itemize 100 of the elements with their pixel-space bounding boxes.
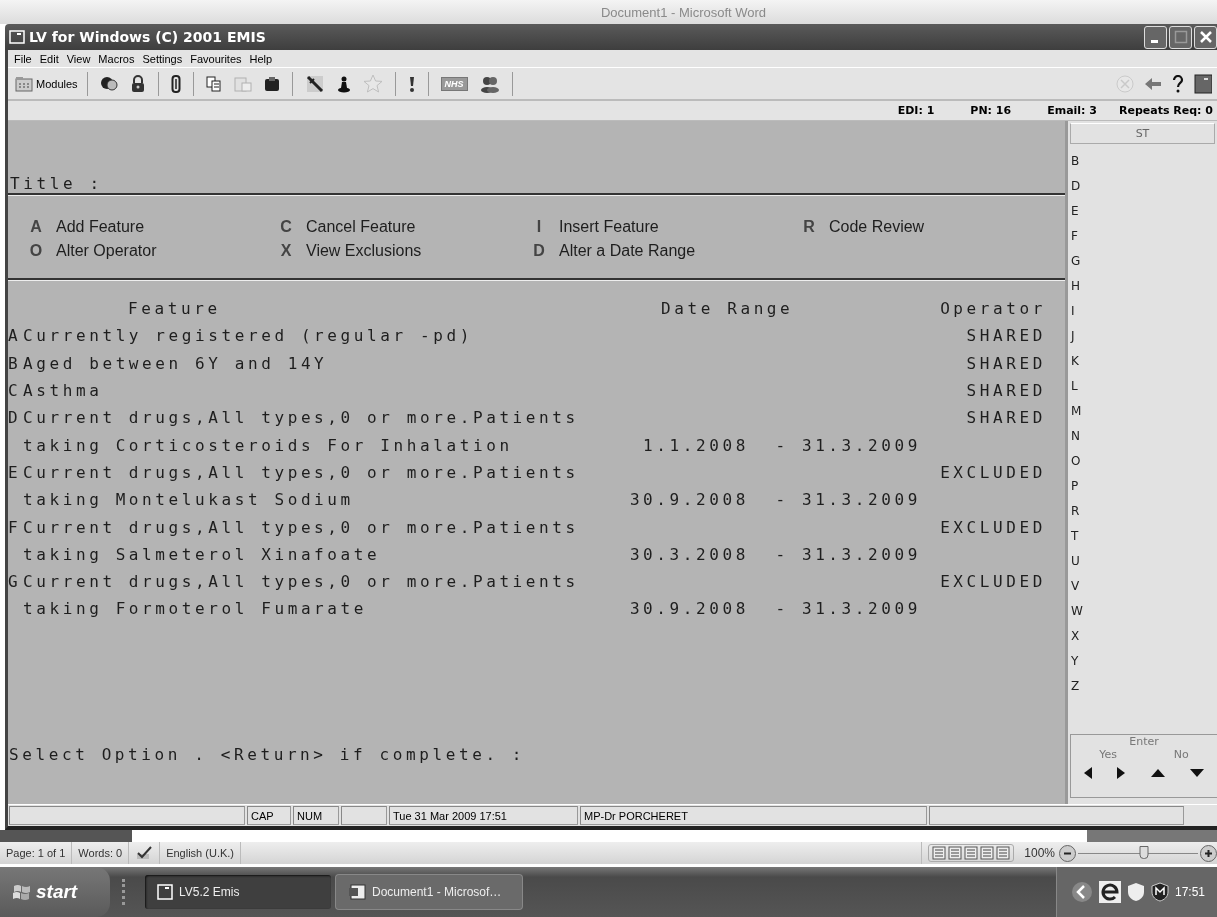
counter-label: Repeats Req: 0 — [1119, 104, 1213, 117]
letter-item[interactable]: H — [1071, 274, 1081, 299]
menu-item[interactable]: File — [10, 52, 36, 65]
status-panel — [341, 806, 387, 826]
exclamation-icon[interactable] — [407, 74, 416, 93]
zoom-slider[interactable] — [1078, 846, 1198, 861]
menu-item[interactable]: Settings — [138, 52, 187, 65]
plus-icon — [1204, 848, 1213, 858]
option-key: C — [276, 218, 296, 236]
maximize-button[interactable] — [1169, 25, 1192, 49]
slider-thumb[interactable] — [1139, 846, 1149, 860]
menu-item[interactable]: Edit — [35, 52, 63, 65]
num-indicator: NUM — [293, 806, 339, 826]
letter-item[interactable]: G — [1071, 249, 1081, 274]
taskbar-button[interactable]: LV5.2 Emis — [145, 875, 331, 910]
letter-item[interactable]: T — [1071, 524, 1079, 549]
grid-icon — [15, 75, 33, 92]
letter-item[interactable]: D — [1071, 174, 1081, 199]
people-icon[interactable] — [479, 74, 500, 93]
modules-button[interactable]: Modules — [12, 73, 81, 94]
draft-icon[interactable] — [996, 846, 1011, 861]
back-arrow-icon[interactable] — [1144, 76, 1162, 91]
date-time: Tue 31 Mar 2009 17:51 — [389, 806, 578, 826]
clipboard-icon[interactable] — [263, 75, 280, 92]
feature-text: taking Formoterol Fumarate — [23, 599, 369, 619]
copy-icon[interactable] — [205, 75, 222, 92]
menu-item[interactable]: Macros — [94, 52, 139, 65]
start-button[interactable]: start — [0, 867, 110, 917]
letter-item[interactable]: O — [1071, 449, 1081, 474]
help-icon[interactable] — [1172, 74, 1184, 93]
letter-item[interactable]: K — [1071, 349, 1079, 374]
letter-item[interactable]: F — [1071, 224, 1078, 249]
letter-item[interactable]: M — [1071, 399, 1082, 424]
pawn-icon[interactable] — [336, 74, 351, 93]
antivirus-icon[interactable] — [1150, 882, 1169, 903]
print-layout-icon[interactable] — [932, 846, 947, 861]
column-header: Operator — [939, 299, 1046, 319]
language-label: English (U.K.) — [160, 842, 241, 865]
letter-item[interactable]: P — [1071, 474, 1079, 499]
down-arrow-icon[interactable] — [1190, 769, 1205, 778]
option-label: Add Feature — [56, 218, 145, 236]
maximize-icon — [1173, 30, 1188, 44]
up-arrow-icon[interactable] — [1150, 769, 1165, 778]
minimize-button[interactable] — [1144, 25, 1167, 49]
chevron-icon[interactable] — [1070, 881, 1093, 904]
letter-item[interactable]: L — [1071, 374, 1078, 399]
paperclip-icon[interactable] — [170, 74, 181, 93]
letter-item[interactable]: I — [1071, 299, 1075, 324]
counter-label: EDI: 1 — [897, 104, 935, 117]
document-icon — [348, 884, 366, 901]
letter-item[interactable]: U — [1071, 549, 1080, 574]
letter-item[interactable]: Z — [1071, 674, 1080, 699]
row-letter: C — [8, 381, 19, 401]
operator-text: SHARED — [965, 408, 1046, 428]
counter-label: PN: 16 — [970, 104, 1012, 117]
option-key: X — [276, 242, 296, 260]
letter-item[interactable]: R — [1071, 499, 1080, 524]
letter-item[interactable]: V — [1071, 574, 1080, 599]
operator-text: SHARED — [965, 326, 1046, 346]
letter-item[interactable]: B — [1071, 149, 1080, 174]
letter-item[interactable]: E — [1071, 199, 1079, 224]
feature-text: taking Montelukast Sodium — [23, 490, 355, 510]
row-letter: E — [8, 462, 19, 482]
close-button[interactable] — [1194, 25, 1217, 49]
feature-text: Current drugs,All types,0 or more.Patients — [23, 572, 580, 592]
menu-item[interactable]: View — [62, 52, 95, 65]
window-title: LV for Windows (C) 2001 EMIS — [29, 29, 267, 45]
zoom-out-button[interactable] — [1059, 844, 1076, 862]
feature-text: Asthma — [23, 381, 104, 401]
zoom-in-button[interactable] — [1200, 844, 1217, 862]
user-name: MP-Dr PORCHERET — [580, 806, 927, 826]
letter-item[interactable]: Y — [1071, 649, 1079, 674]
option-key: O — [26, 242, 46, 260]
left-arrow-icon[interactable] — [1083, 767, 1092, 780]
shield-icon[interactable] — [1126, 882, 1145, 903]
menu-item[interactable]: Favourites — [186, 52, 246, 65]
feature-text: Aged between 6Y and 14Y — [23, 353, 329, 373]
letter-item[interactable]: X — [1071, 624, 1080, 649]
option-key: D — [529, 242, 549, 260]
row-letter: B — [8, 353, 19, 373]
right-arrow-icon[interactable] — [1117, 767, 1126, 780]
yes-label[interactable]: Yes — [1099, 748, 1118, 762]
letter-item[interactable]: N — [1071, 424, 1080, 449]
clock-time: 17:51 — [1174, 885, 1205, 900]
browser-icon[interactable] — [1098, 881, 1121, 904]
zoom-level: 100% — [1024, 846, 1055, 861]
taskbar-button[interactable]: Document1 - Microsof… — [336, 875, 522, 910]
window-icon[interactable] — [1194, 73, 1212, 94]
menu-item[interactable]: Help — [245, 52, 277, 65]
page-count: Page: 1 of 1 — [0, 842, 73, 865]
app-window-icon — [157, 884, 173, 901]
letter-item[interactable]: W — [1071, 599, 1083, 624]
word-count: Words: 0 — [72, 842, 130, 865]
no-label[interactable]: No — [1173, 748, 1189, 762]
padlock-icon[interactable] — [129, 74, 146, 93]
option-label: Insert Feature — [559, 218, 659, 236]
spellcheck-icon[interactable] — [135, 846, 154, 861]
option-key: I — [529, 218, 549, 236]
option-label: View Exclusions — [306, 242, 422, 260]
letter-item[interactable]: J — [1071, 324, 1075, 349]
